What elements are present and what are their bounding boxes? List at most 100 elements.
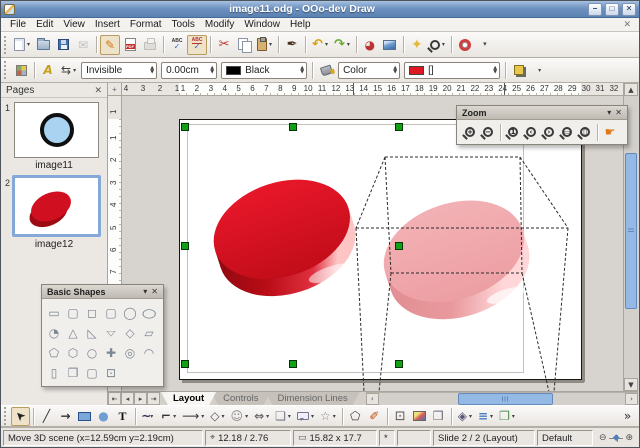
stars-tool[interactable]: ☆▾	[317, 407, 339, 426]
shapes-palette-titlebar[interactable]: Basic Shapes ▾ ✕	[42, 285, 163, 299]
flowchart-tool[interactable]: ❏▾	[272, 407, 294, 426]
palette-close-icon[interactable]: ✕	[615, 108, 622, 117]
menu-item-format[interactable]: Format	[125, 18, 167, 32]
trapezoid-shape[interactable]: ▽	[102, 323, 120, 342]
frame-shape[interactable]: ⊡	[102, 363, 120, 382]
cylinder-shape[interactable]: ▯	[45, 363, 63, 382]
zoom-slider[interactable]: ⊖◆⊕	[595, 430, 637, 446]
callouts-tool[interactable]: ▾	[294, 407, 317, 426]
text-tool[interactable]: T	[113, 407, 132, 426]
gallery-icon[interactable]	[380, 35, 400, 55]
rectangle-tool[interactable]	[75, 407, 94, 426]
tab-controls[interactable]: Controls	[211, 392, 270, 405]
new-document-icon[interactable]: ▾	[11, 35, 33, 55]
spellcheck-icon[interactable]	[167, 35, 187, 55]
menu-item-edit[interactable]: Edit	[31, 18, 58, 32]
menu-item-insert[interactable]: Insert	[90, 18, 125, 32]
horizontal-ruler[interactable]: 4321123456789101112131415161718192021222…	[122, 83, 623, 96]
circle-pie-shape[interactable]: ◔	[45, 323, 63, 342]
alignment-tool[interactable]: ≡▾	[475, 407, 496, 426]
toolbar-grip[interactable]	[4, 61, 8, 79]
clone-icon[interactable]: ❒	[429, 407, 448, 426]
shift-button[interactable]: ☛	[601, 123, 619, 141]
block-arc-shape[interactable]: ◠	[140, 343, 158, 362]
arrange-tool[interactable]: ❐▾	[496, 407, 518, 426]
export-pdf-icon[interactable]	[120, 35, 140, 55]
line-tool[interactable]: ╱	[37, 407, 56, 426]
toolbar-more-icon[interactable]: »	[618, 407, 637, 426]
copy-icon[interactable]	[234, 35, 254, 55]
scroll-left-icon[interactable]: ‹	[366, 393, 379, 405]
basic-shapes-tool[interactable]: ◇▾	[207, 407, 227, 426]
close-button[interactable]: ✕	[622, 3, 636, 16]
format-paintbrush-icon[interactable]: ✒	[282, 35, 302, 55]
menu-item-modify[interactable]: Modify	[200, 18, 239, 32]
circle-shape[interactable]: ◯	[121, 303, 139, 322]
chart-icon[interactable]: ◕	[360, 35, 380, 55]
scroll-right-icon[interactable]: ›	[625, 393, 638, 405]
palette-menu-icon[interactable]: ▾	[143, 287, 147, 296]
toolbar-options-icon[interactable]: ▾	[529, 60, 549, 80]
square-shape[interactable]: ◻	[83, 303, 101, 322]
vertical-scroll-thumb[interactable]	[625, 153, 637, 309]
regular-pentagon-shape[interactable]: ⬠	[45, 343, 63, 362]
first-page-button[interactable]: ⇤	[108, 392, 121, 405]
insert-picture-icon[interactable]	[410, 407, 429, 426]
points-tool[interactable]: ⬠	[346, 407, 365, 426]
select-tool[interactable]: ➤	[11, 407, 30, 426]
edit-file-icon[interactable]: ✎	[100, 35, 120, 55]
scroll-down-icon[interactable]: ▼	[624, 378, 638, 391]
title-bar[interactable]: image11.odg - OOo-dev Draw −□✕	[1, 1, 639, 18]
previous-page-button[interactable]: ◂	[121, 392, 134, 405]
cut-icon[interactable]: ✂	[214, 35, 234, 55]
spinner-arrows-icon[interactable]: ▲▼	[490, 66, 497, 75]
rotation-tool[interactable]: ◈▾	[455, 407, 475, 426]
diamond-shape[interactable]: ◇	[121, 323, 139, 342]
minimize-button[interactable]: −	[588, 3, 602, 16]
isosceles-triangle-shape[interactable]: △	[64, 323, 82, 342]
shadow-icon[interactable]	[509, 60, 529, 80]
arrow-style-icon[interactable]: ⇆▾	[58, 60, 79, 80]
tab-dimension-lines[interactable]: Dimension Lines	[266, 392, 360, 405]
menu-item-tools[interactable]: Tools	[167, 18, 200, 32]
menu-item-window[interactable]: Window	[239, 18, 285, 32]
rounded-rectangle-shape[interactable]: ▢	[64, 303, 82, 322]
rectangle-shape[interactable]: ▭	[45, 303, 63, 322]
fill-style-select[interactable]: Color ▲▼	[338, 62, 400, 79]
toolbar-grip[interactable]	[4, 36, 8, 54]
zoom-out-button[interactable]: −	[479, 123, 497, 141]
line-dialog-icon[interactable]: A	[38, 60, 58, 80]
page-thumbnail-image11[interactable]: 1	[14, 102, 99, 158]
parallelogram-shape[interactable]: ▱	[140, 323, 158, 342]
cube-shape[interactable]: ❐	[64, 363, 82, 382]
zoom-palette-titlebar[interactable]: Zoom ▾ ✕	[457, 106, 627, 120]
styles-icon[interactable]	[11, 60, 31, 80]
fill-color-select[interactable]: [] ▲▼	[404, 62, 500, 79]
palette-menu-icon[interactable]: ▾	[607, 108, 611, 117]
horizontal-scroll-thumb[interactable]	[458, 393, 553, 405]
ellipse-tool[interactable]: ●	[94, 407, 113, 426]
insert-snapshot-icon[interactable]: ⊡	[391, 407, 410, 426]
ellipse-shape[interactable]: ○	[140, 303, 158, 322]
zoom-slider-track[interactable]: ◆	[609, 433, 624, 443]
zoom-page-width-button[interactable]: ▯	[576, 123, 594, 141]
paste-icon[interactable]: ▾	[254, 35, 275, 55]
page-thumbnail-image12[interactable]: 2	[12, 175, 101, 237]
spinner-arrows-icon[interactable]: ▲▼	[390, 66, 397, 75]
zoom-100-button[interactable]: 1	[504, 123, 522, 141]
line-width-input[interactable]: 0.00cm ▲▼	[161, 62, 217, 79]
folded-corner-shape[interactable]: ▢	[83, 363, 101, 382]
maximize-button[interactable]: □	[605, 3, 619, 16]
arrow-tool[interactable]: →	[56, 407, 75, 426]
zoom-in-icon[interactable]: ⊕	[625, 433, 633, 443]
menu-item-view[interactable]: View	[58, 18, 90, 32]
connector-tool[interactable]: ⌐▾	[158, 407, 179, 426]
symbol-shapes-tool[interactable]: ☺▾	[228, 407, 252, 426]
zoom-previous-button[interactable]: ‹	[522, 123, 540, 141]
zoom-in-button[interactable]: +	[461, 123, 479, 141]
next-page-button[interactable]: ▸	[134, 392, 147, 405]
last-page-button[interactable]: ⇥	[147, 392, 160, 405]
horizontal-scrollbar[interactable]: ‹ ›	[366, 392, 638, 405]
zoom-slider-thumb[interactable]: ◆	[613, 433, 620, 443]
undo-icon[interactable]: ↶▾	[309, 35, 331, 55]
